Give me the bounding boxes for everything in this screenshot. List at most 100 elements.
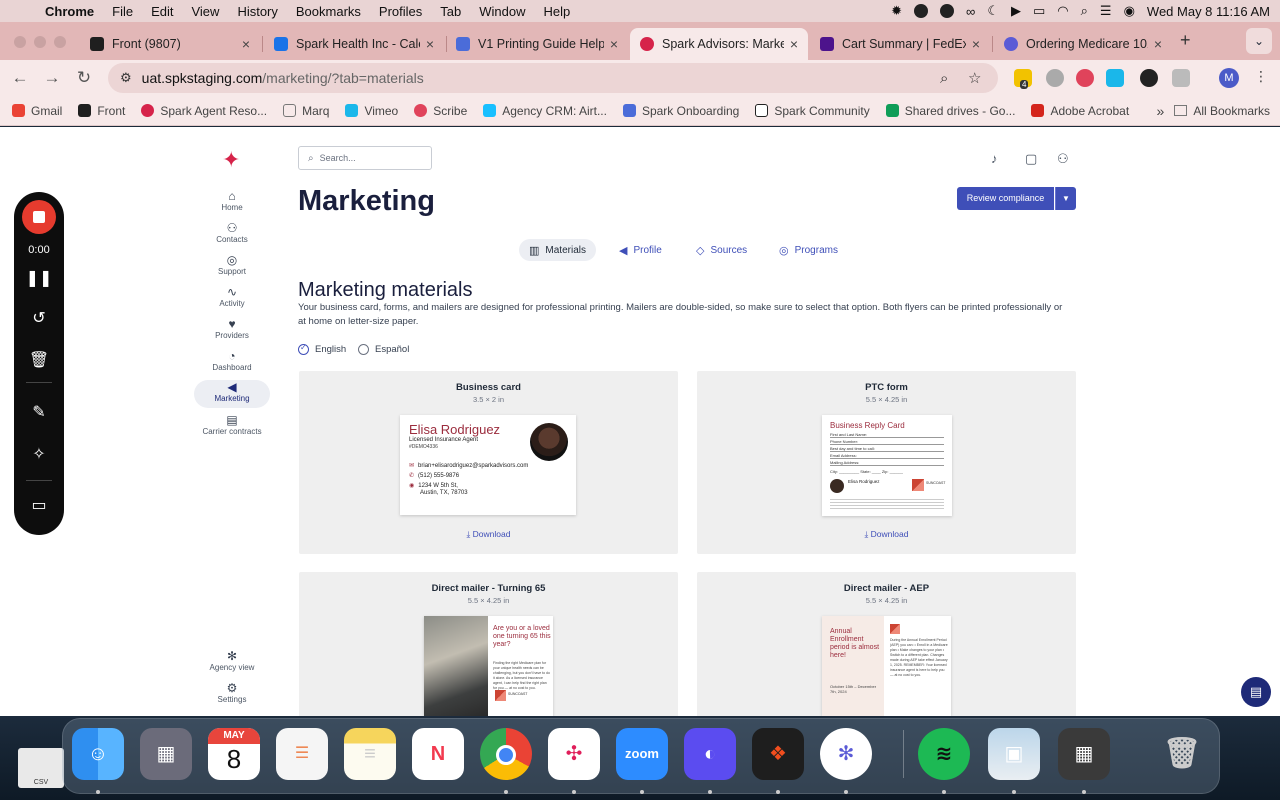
pause-icon[interactable]: ❚❚	[14, 268, 64, 288]
close-tab-icon[interactable]: ×	[790, 36, 798, 52]
calculator-icon[interactable]: ▦	[1058, 728, 1110, 780]
bookmark-marq[interactable]: Marq	[275, 104, 337, 118]
forward-arrow-icon[interactable]: →	[36, 68, 68, 88]
menu-edit[interactable]: Edit	[142, 4, 182, 19]
sidebar-item-home[interactable]: ⌂ Home	[194, 189, 270, 217]
notes-icon[interactable]: ≡	[344, 728, 396, 780]
extension-dark-icon[interactable]	[1140, 69, 1158, 87]
extensions-puzzle-icon[interactable]	[1172, 69, 1190, 87]
meeting-app-icon[interactable]: ◐	[684, 728, 736, 780]
tab-medicare[interactable]: Ordering Medicare 101 ×	[994, 28, 1172, 60]
tab-fedex[interactable]: Cart Summary | FedEx ×	[810, 28, 990, 60]
sidebar-item-activity[interactable]: ∿ Activity	[194, 285, 270, 313]
reload-icon[interactable]: ↻	[68, 68, 100, 88]
close-tab-icon[interactable]: ×	[426, 36, 434, 52]
chrome-menu-icon[interactable]: ⋮	[1254, 68, 1268, 85]
calendar-icon[interactable]: MAY 8	[208, 728, 260, 780]
bell-icon[interactable]: ♪	[991, 151, 998, 166]
control-center-icon[interactable]: ☰	[1100, 3, 1112, 19]
help-chat-button[interactable]: ▤	[1241, 677, 1271, 707]
turning-65-preview[interactable]: Are you or a loved one turning 65 this y…	[424, 616, 553, 716]
download-business-card-link[interactable]: ⤓ Download	[299, 529, 678, 540]
wifi-icon[interactable]: ◠	[1057, 3, 1068, 19]
review-compliance-button[interactable]: Review compliance	[957, 187, 1054, 210]
gear-status-icon[interactable]: ✹	[891, 3, 902, 19]
language-radio-english[interactable]: English	[298, 343, 346, 355]
add-user-icon[interactable]: ⚇	[1057, 151, 1069, 167]
bookmark-vimeo[interactable]: Vimeo	[337, 104, 406, 118]
close-tab-icon[interactable]: ×	[610, 36, 618, 52]
chat-icon[interactable]: ▢	[1025, 151, 1037, 167]
tab-sources[interactable]: ◇ Sources	[686, 239, 757, 261]
bookmark-agency-crm[interactable]: Agency CRM: Airt...	[475, 104, 615, 118]
moon-status-icon[interactable]: ☾	[987, 3, 999, 19]
bookmark-shared-drives[interactable]: Shared drives - Go...	[878, 104, 1024, 118]
tab-profile[interactable]: ◀ Profile	[609, 239, 672, 261]
menu-app-name[interactable]: Chrome	[36, 4, 103, 19]
launchpad-icon[interactable]: ▦	[140, 728, 192, 780]
finder-icon[interactable]: ☺	[72, 728, 124, 780]
menu-profiles[interactable]: Profiles	[370, 4, 431, 19]
tab-search-button[interactable]: ⌄	[1246, 28, 1272, 54]
review-compliance-dropdown[interactable]: ▼	[1055, 187, 1076, 210]
tab-spark-advisors-active[interactable]: Spark Advisors: Market ×	[630, 28, 808, 60]
spark-logo-icon[interactable]: ✦	[222, 147, 240, 173]
language-radio-espanol[interactable]: Español	[358, 344, 409, 355]
siri-icon[interactable]: ◉	[1124, 3, 1135, 19]
asterisk-app-icon[interactable]: ✻	[820, 728, 872, 780]
extension-vimeo-icon[interactable]	[1106, 69, 1124, 87]
business-card-preview[interactable]: Elisa Rodriguez Licensed Insurance Agent…	[400, 415, 576, 515]
back-arrow-icon[interactable]: ←	[4, 68, 36, 88]
battery-icon[interactable]: ▭	[1033, 3, 1045, 19]
desktop-file-csv[interactable]: CSV	[18, 748, 64, 788]
bookmark-spark-community[interactable]: Spark Community	[747, 104, 877, 118]
figma-icon[interactable]: ❖	[752, 728, 804, 780]
tab-printing-guide[interactable]: V1 Printing Guide Help ×	[446, 28, 628, 60]
tab-materials[interactable]: ▥ Materials	[519, 239, 596, 261]
sidebar-item-carrier-contracts[interactable]: ▤ Carrier contracts	[194, 413, 270, 441]
menu-clock[interactable]: Wed May 8 11:16 AM	[1147, 4, 1270, 19]
close-tab-icon[interactable]: ×	[242, 36, 250, 52]
menu-view[interactable]: View	[182, 4, 228, 19]
bookmark-spark-agent[interactable]: Spark Agent Reso...	[133, 104, 275, 118]
sidebar-item-contacts[interactable]: ⚇ Contacts	[194, 221, 270, 249]
bookmark-adobe-acrobat[interactable]: Adobe Acrobat	[1023, 104, 1137, 118]
minimize-window-button[interactable]	[34, 36, 46, 48]
reminders-icon[interactable]: ☰	[276, 728, 328, 780]
slack-icon[interactable]: ✣	[548, 728, 600, 780]
menu-tab[interactable]: Tab	[431, 4, 470, 19]
profile-avatar[interactable]: M	[1219, 68, 1239, 88]
camera-icon[interactable]: ▭	[14, 495, 64, 515]
menu-window[interactable]: Window	[470, 4, 534, 19]
new-tab-button[interactable]: +	[1180, 30, 1191, 51]
aep-preview[interactable]: Annual Enrollment period is almost here!…	[822, 616, 951, 716]
download-ptc-form-link[interactable]: ⤓ Download	[697, 529, 1076, 540]
record-status-icon[interactable]	[914, 4, 929, 18]
restart-icon[interactable]: ↺	[14, 308, 64, 328]
sidebar-item-marketing[interactable]: ◀ Marketing	[194, 380, 270, 408]
bookmark-scribe[interactable]: Scribe	[406, 104, 475, 118]
tab-programs[interactable]: ◎ Programs	[769, 239, 848, 261]
sidebar-item-agency-view[interactable]: ✻ Agency view	[194, 649, 270, 677]
bookmark-gmail[interactable]: Gmail	[4, 104, 70, 118]
bookmarks-overflow-button[interactable]: »	[1147, 103, 1175, 119]
all-bookmarks-button[interactable]: All Bookmarks	[1174, 104, 1280, 118]
effects-wand-icon[interactable]: ✧	[14, 444, 64, 464]
sidebar-item-settings[interactable]: ⚙ Settings	[194, 681, 270, 709]
spotify-icon[interactable]: ≋	[918, 728, 970, 780]
sidebar-item-dashboard[interactable]: ◔ Dashboard	[194, 349, 270, 377]
extension-scribe-icon[interactable]	[1076, 69, 1094, 87]
tab-front[interactable]: Front (9807) ×	[80, 28, 260, 60]
news-icon[interactable]: N	[412, 728, 464, 780]
trash-icon[interactable]: 🗑	[1156, 728, 1208, 780]
zoom-search-icon[interactable]: ⌕	[940, 70, 948, 87]
site-settings-icon[interactable]: ⚙	[120, 70, 132, 86]
menu-history[interactable]: History	[228, 4, 286, 19]
close-tab-icon[interactable]: ×	[972, 36, 980, 52]
bookmark-star-icon[interactable]: ☆	[968, 69, 981, 87]
preview-app-icon[interactable]: ▣	[988, 728, 1040, 780]
menu-bookmarks[interactable]: Bookmarks	[287, 4, 370, 19]
extension-gray-icon[interactable]	[1046, 69, 1064, 87]
chrome-icon[interactable]	[480, 728, 532, 780]
bookmark-spark-onboarding[interactable]: Spark Onboarding	[615, 104, 747, 118]
